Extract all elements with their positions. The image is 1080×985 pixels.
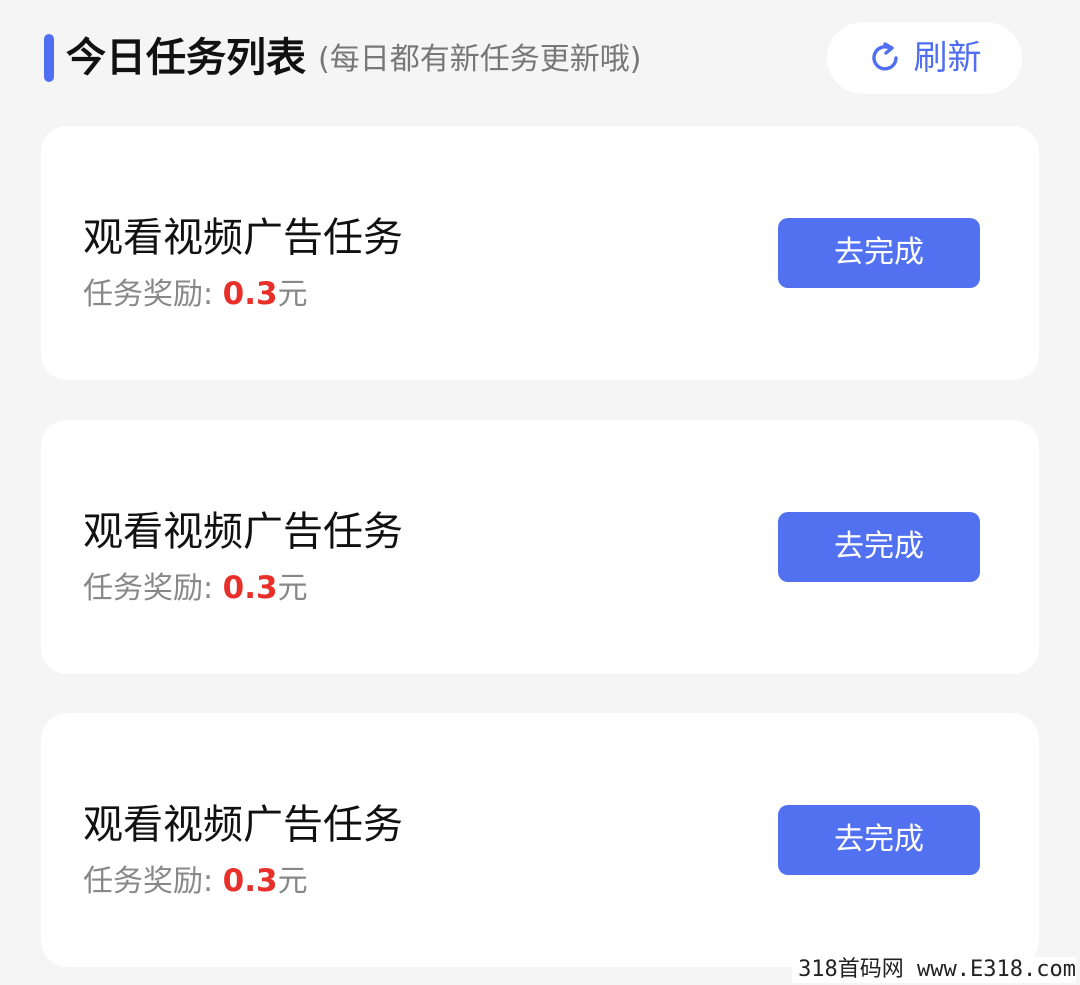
page-subtitle: (每日都有新任务更新哦) — [318, 42, 642, 77]
reward-unit: 元 — [277, 571, 308, 606]
task-list-header: 今日任务列表 (每日都有新任务更新哦) 刷新 — [0, 0, 1080, 110]
reward-label: 任务奖励: — [83, 571, 214, 606]
reward-amount: 0.3 — [222, 863, 278, 899]
task-title: 观看视频广告任务 — [83, 802, 403, 848]
complete-task-button[interactable]: 去完成 — [778, 805, 980, 875]
reward-label: 任务奖励: — [83, 277, 214, 312]
task-reward: 任务奖励: 0.3元 — [83, 568, 308, 609]
title-accent-bar — [44, 34, 54, 82]
complete-task-button[interactable]: 去完成 — [778, 512, 980, 582]
reward-unit: 元 — [277, 864, 308, 899]
task-card: 观看视频广告任务 任务奖励: 0.3元 去完成 — [41, 713, 1039, 967]
refresh-button[interactable]: 刷新 — [827, 22, 1022, 94]
task-card: 观看视频广告任务 任务奖励: 0.3元 去完成 — [41, 126, 1039, 380]
reward-amount: 0.3 — [222, 276, 278, 312]
refresh-label: 刷新 — [913, 38, 982, 78]
reward-amount: 0.3 — [222, 570, 278, 606]
reward-label: 任务奖励: — [83, 864, 214, 899]
reward-unit: 元 — [277, 277, 308, 312]
task-title: 观看视频广告任务 — [83, 215, 403, 261]
task-reward: 任务奖励: 0.3元 — [83, 274, 308, 315]
task-card: 观看视频广告任务 任务奖励: 0.3元 去完成 — [41, 420, 1039, 674]
site-watermark: 318首码网 www.E318.com — [792, 957, 1076, 983]
page-title: 今日任务列表 — [66, 35, 306, 81]
refresh-icon — [871, 42, 898, 71]
complete-task-button[interactable]: 去完成 — [778, 218, 980, 288]
task-title: 观看视频广告任务 — [83, 509, 403, 555]
task-reward: 任务奖励: 0.3元 — [83, 861, 308, 902]
